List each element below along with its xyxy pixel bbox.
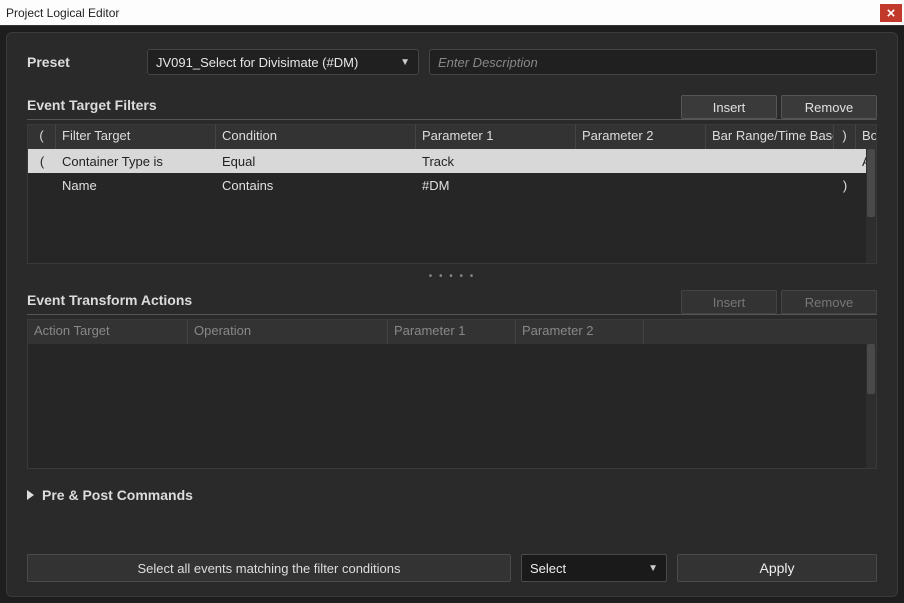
bottom-bar: Select all events matching the filter co… <box>27 554 877 582</box>
filters-insert-button[interactable]: Insert <box>681 95 777 119</box>
preset-value: JV091_Select for Divisimate (#DM) <box>156 55 358 70</box>
filters-tbody: ( Container Type is Equal Track And Name… <box>28 149 876 197</box>
table-row[interactable]: ( Container Type is Equal Track And <box>28 149 876 173</box>
col-bar-range[interactable]: Bar Range/Time Base <box>706 125 834 149</box>
window-title: Project Logical Editor <box>6 6 119 20</box>
col-filter-target[interactable]: Filter Target <box>56 125 216 149</box>
scrollbar-thumb[interactable] <box>867 149 875 217</box>
col-a-parameter-1[interactable]: Parameter 1 <box>388 320 516 344</box>
filters-thead: ( Filter Target Condition Parameter 1 Pa… <box>28 125 876 149</box>
filters-header: Event Target Filters Insert Remove <box>27 95 877 120</box>
close-icon <box>887 9 895 17</box>
actions-thead: Action Target Operation Parameter 1 Para… <box>28 320 876 344</box>
function-value: Select <box>530 561 566 576</box>
title-bar: Project Logical Editor <box>0 0 904 26</box>
apply-button[interactable]: Apply <box>677 554 877 582</box>
preset-dropdown[interactable]: JV091_Select for Divisimate (#DM) ▼ <box>147 49 419 75</box>
col-a-spacer <box>644 320 876 344</box>
preset-row: Preset JV091_Select for Divisimate (#DM)… <box>27 49 877 75</box>
filters-scrollbar[interactable] <box>866 149 876 263</box>
triangle-right-icon <box>27 490 34 500</box>
col-open-paren[interactable]: ( <box>28 125 56 149</box>
pane-divider[interactable]: • • • • • <box>27 270 877 282</box>
table-row[interactable]: Name Contains #DM ) <box>28 173 876 197</box>
filters-title: Event Target Filters <box>27 97 157 117</box>
chevron-down-icon: ▼ <box>648 563 658 574</box>
col-close-paren[interactable]: ) <box>834 125 856 149</box>
filters-remove-button[interactable]: Remove <box>781 95 877 119</box>
function-dropdown[interactable]: Select ▼ <box>521 554 667 582</box>
actions-title: Event Transform Actions <box>27 292 192 312</box>
chevron-down-icon: ▼ <box>400 57 410 68</box>
main-panel: Preset JV091_Select for Divisimate (#DM)… <box>6 32 898 597</box>
col-action-target[interactable]: Action Target <box>28 320 188 344</box>
actions-table: Action Target Operation Parameter 1 Para… <box>27 319 877 469</box>
actions-insert-button[interactable]: Insert <box>681 290 777 314</box>
close-button[interactable] <box>880 4 902 22</box>
actions-header: Event Transform Actions Insert Remove <box>27 290 877 315</box>
actions-remove-button[interactable]: Remove <box>781 290 877 314</box>
col-bool[interactable]: Bool <box>856 125 876 149</box>
col-operation[interactable]: Operation <box>188 320 388 344</box>
col-parameter-2[interactable]: Parameter 2 <box>576 125 706 149</box>
scrollbar-thumb[interactable] <box>867 344 875 394</box>
col-condition[interactable]: Condition <box>216 125 416 149</box>
pre-post-toggle[interactable]: Pre & Post Commands <box>27 487 877 503</box>
function-description: Select all events matching the filter co… <box>27 554 511 582</box>
actions-scrollbar[interactable] <box>866 344 876 468</box>
filters-table: ( Filter Target Condition Parameter 1 Pa… <box>27 124 877 264</box>
description-input[interactable] <box>429 49 877 75</box>
col-a-parameter-2[interactable]: Parameter 2 <box>516 320 644 344</box>
col-parameter-1[interactable]: Parameter 1 <box>416 125 576 149</box>
pre-post-title: Pre & Post Commands <box>42 487 193 503</box>
preset-label: Preset <box>27 54 137 70</box>
